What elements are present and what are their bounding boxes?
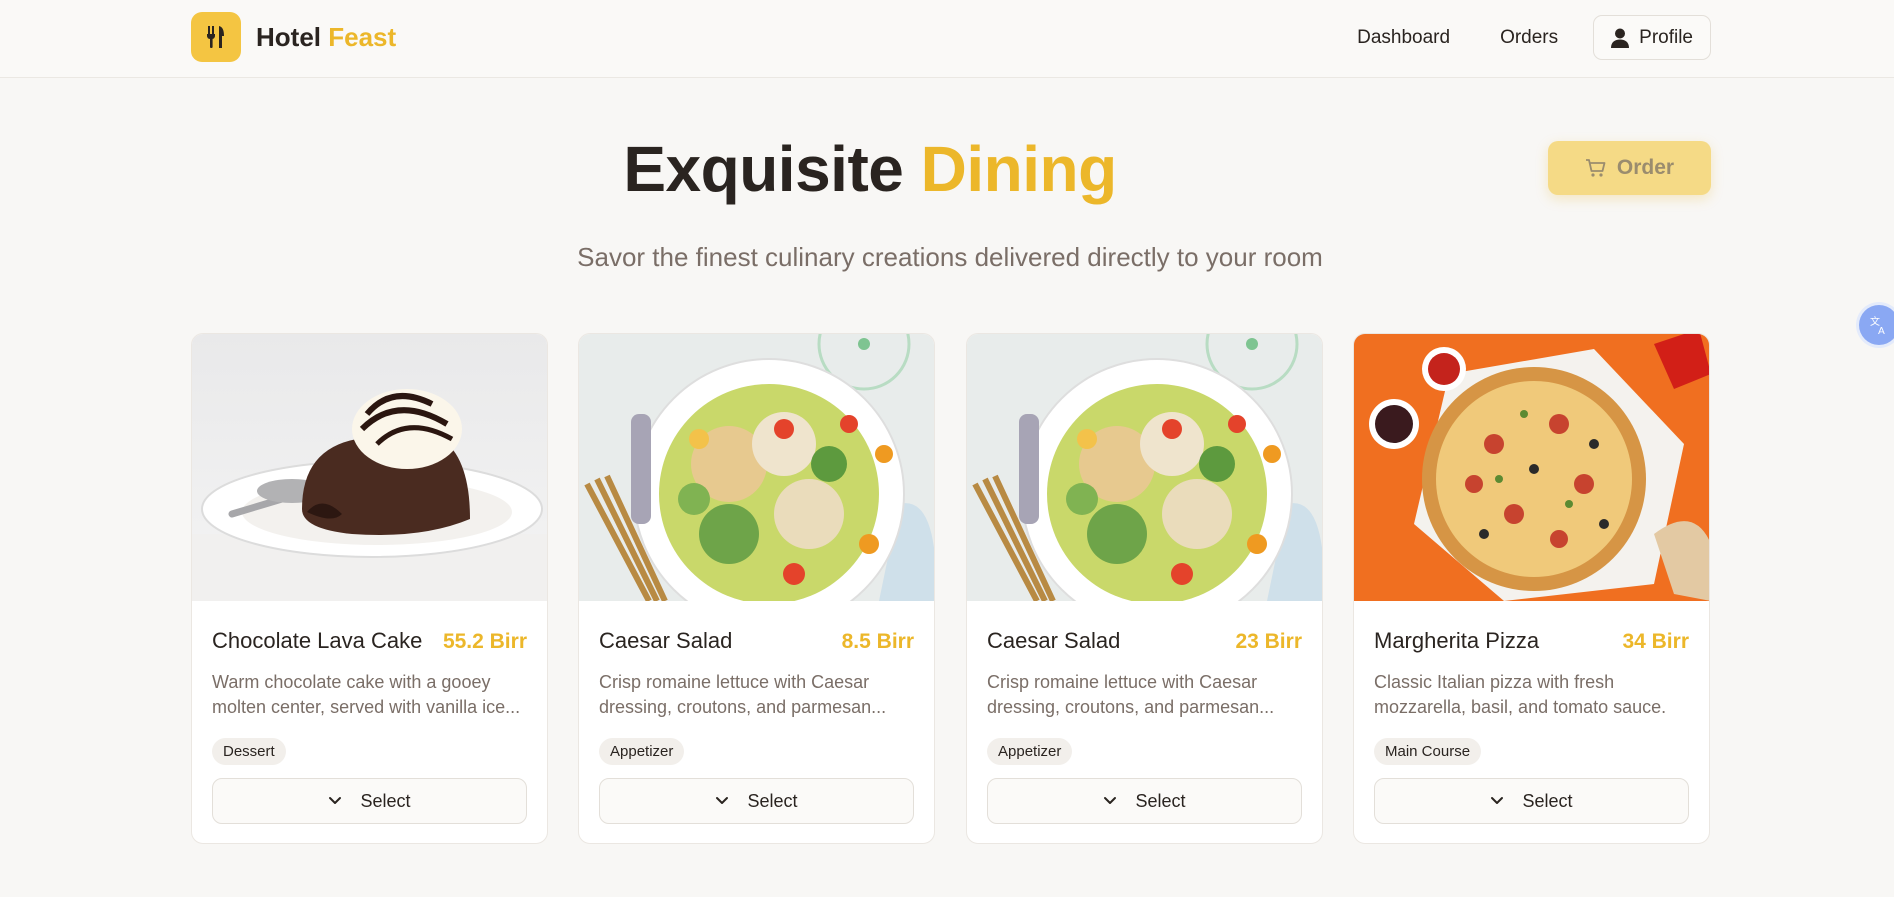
select-label: Select [360, 790, 411, 811]
page-subtitle: Savor the finest culinary creations deli… [577, 242, 1323, 272]
dish-name: Chocolate Lava Cake [212, 628, 423, 653]
dish-description: Crisp romaine lettuce with Caesar dressi… [599, 672, 887, 717]
category-tag: Dessert [212, 738, 286, 765]
profile-button[interactable]: Profile [1593, 15, 1711, 60]
menu-card: Margherita Pizza 34 Birr Classic Italian… [1353, 333, 1710, 844]
order-button[interactable]: Order [1548, 141, 1711, 195]
dish-description: Warm chocolate cake with a gooey molten … [212, 672, 521, 717]
select-button[interactable]: Select [1374, 778, 1689, 824]
translate-icon[interactable]: 文 A [1859, 305, 1894, 345]
dish-image [967, 334, 1322, 601]
card-body: Margherita Pizza 34 Birr Classic Italian… [1374, 601, 1689, 824]
brand[interactable]: Hotel Feast [191, 12, 396, 62]
chevron-down-icon [1491, 797, 1504, 804]
dish-name: Caesar Salad [987, 628, 1121, 653]
category-tag: Appetizer [987, 738, 1073, 765]
brand-name: Hotel Feast [256, 22, 396, 53]
dish-name: Caesar Salad [599, 628, 733, 653]
card-body: Chocolate Lava Cake 55.2 Birr Warm choco… [212, 601, 527, 824]
dish-image [1354, 334, 1709, 601]
category-tag: Main Course [1374, 738, 1482, 765]
select-button[interactable]: Select [212, 778, 527, 824]
chevron-down-icon [329, 797, 342, 804]
profile-label: Profile [1639, 26, 1693, 48]
utensils-icon [191, 12, 241, 62]
menu-card: Caesar Salad 23 Birr Crisp romaine lettu… [966, 333, 1323, 844]
brand-name-accent: Feast [328, 21, 397, 52]
nav-links: Dashboard Orders Profile [1332, 15, 1711, 60]
dish-price: 34 Birr [1622, 630, 1689, 653]
select-button[interactable]: Select [599, 778, 914, 824]
chevron-down-icon [716, 797, 729, 804]
select-label: Select [1522, 790, 1573, 811]
svg-text:A: A [1878, 326, 1885, 336]
dish-price: 55.2 Birr [442, 630, 527, 653]
top-navbar: Hotel Feast Dashboard Orders Profile [0, 0, 1894, 78]
brand-name-main: Hotel [256, 21, 321, 52]
select-button[interactable]: Select [987, 778, 1302, 824]
card-body: Caesar Salad 8.5 Birr Crisp romaine lett… [599, 601, 914, 824]
page-title: Exquisite Dining [0, 132, 1740, 206]
dish-name: Margherita Pizza [1374, 628, 1540, 653]
dish-description: Classic Italian pizza with fresh mozzare… [1374, 672, 1667, 717]
nav-dashboard[interactable]: Dashboard [1332, 16, 1475, 60]
menu-card: Caesar Salad 8.5 Birr Crisp romaine lett… [578, 333, 935, 844]
select-label: Select [1135, 790, 1186, 811]
chevron-down-icon [1104, 797, 1117, 804]
page-title-main: Exquisite [623, 133, 904, 205]
user-icon [1611, 28, 1630, 48]
select-label: Select [747, 790, 798, 811]
nav-orders[interactable]: Orders [1475, 16, 1583, 60]
dish-image [579, 334, 934, 601]
dish-description: Crisp romaine lettuce with Caesar dressi… [987, 672, 1275, 717]
dish-image [192, 334, 547, 601]
cart-icon [1585, 159, 1606, 177]
page-title-accent: Dining [920, 133, 1118, 205]
order-button-label: Order [1616, 156, 1675, 179]
dish-price: 23 Birr [1235, 630, 1302, 653]
menu-card: Chocolate Lava Cake 55.2 Birr Warm choco… [191, 333, 548, 844]
card-body: Caesar Salad 23 Birr Crisp romaine lettu… [987, 601, 1302, 824]
category-tag: Appetizer [599, 738, 685, 765]
dish-price: 8.5 Birr [841, 630, 914, 653]
